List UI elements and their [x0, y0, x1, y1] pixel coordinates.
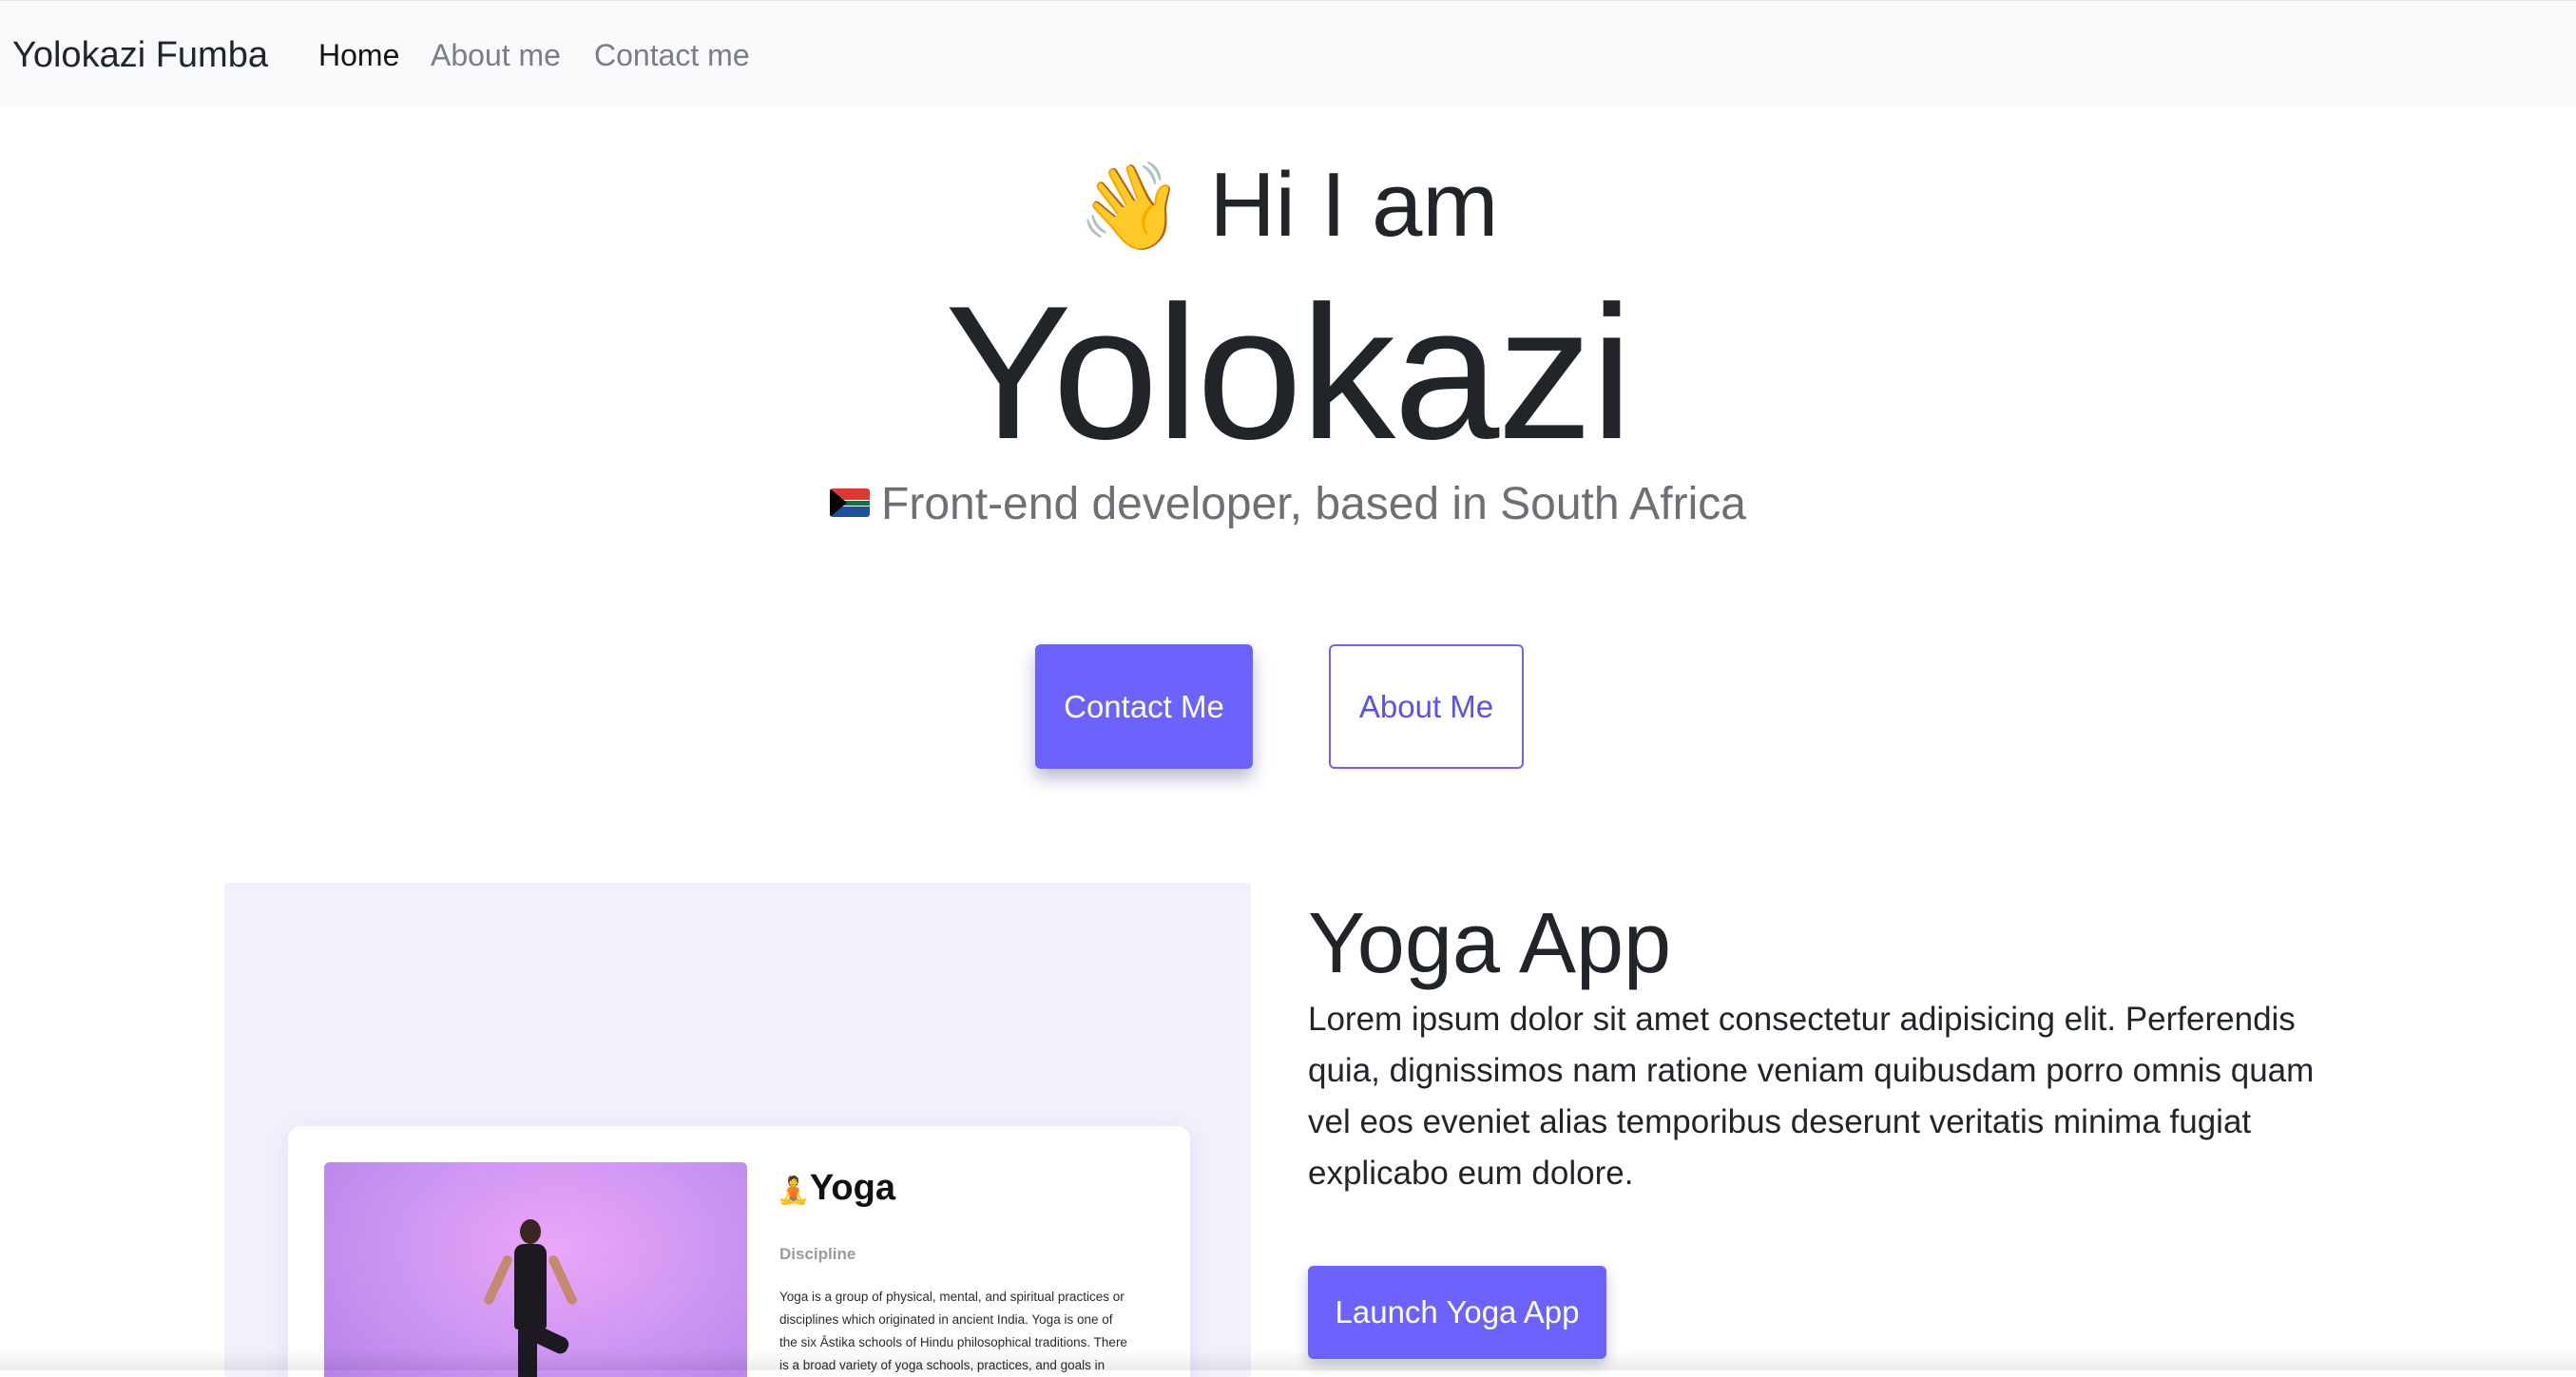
yoga-app-screenshot: 🧘Yoga Discipline Yoga is a group of phys… [288, 1126, 1190, 1377]
yoga-photo [324, 1162, 747, 1377]
preview-title: 🧘Yoga [777, 1164, 895, 1214]
preview-description-line: disciplines which originated in ancient … [779, 1312, 1113, 1327]
navbar: Yolokazi Fumba Home About me Contact me [0, 0, 2576, 106]
navbar-brand[interactable]: Yolokazi Fumba [12, 33, 268, 77]
project-preview-card: 🧘Yoga Discipline Yoga is a group of phys… [224, 883, 1251, 1377]
about-me-button[interactable]: About Me [1329, 644, 1524, 769]
nav-link-about[interactable]: About me [431, 35, 561, 75]
launch-yoga-app-button[interactable]: Launch Yoga App [1308, 1266, 1606, 1359]
nav-link-contact[interactable]: Contact me [594, 35, 750, 75]
meditation-icon: 🧘 [777, 1176, 810, 1205]
preview-description-line: Yoga is a group of physical, mental, and… [779, 1290, 1125, 1304]
waving-hand-icon: 👋 [1077, 160, 1184, 255]
preview-discipline-label: Discipline [779, 1245, 856, 1263]
subtitle-text: Front-end developer, based in South Afri… [881, 479, 1746, 529]
nav-link-home[interactable]: Home [318, 35, 399, 75]
project-title: Yoga App [1308, 896, 1672, 991]
hero-greeting: 👋 Hi I am [0, 148, 2576, 264]
preview-title-text: Yoga [809, 1168, 895, 1208]
hero-name: Yolokazi [945, 267, 1633, 479]
scroll-shadow [0, 1349, 2576, 1370]
south-africa-flag-icon [830, 488, 871, 518]
contact-me-button[interactable]: Contact Me [1035, 644, 1253, 769]
greeting-text: Hi I am [1209, 154, 1499, 256]
project-description: Lorem ipsum dolor sit amet consectetur a… [1308, 1001, 2315, 1192]
hero-subtitle: Front-end developer, based in South Afri… [0, 471, 2576, 538]
